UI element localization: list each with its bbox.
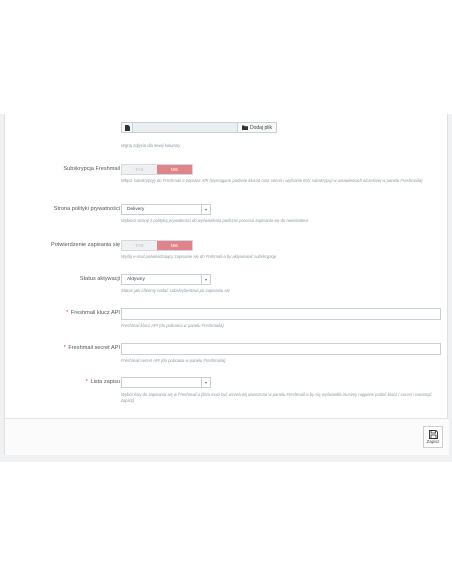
list-select[interactable]: ▾: [121, 377, 211, 388]
chevron-down-icon: ▾: [201, 205, 210, 214]
privacy-page-select[interactable]: Delivery ▾: [121, 204, 211, 215]
api-secret-input[interactable]: [121, 343, 441, 355]
save-button[interactable]: Zapisz: [423, 426, 443, 448]
api-key-help: Freshmail klucz API (do pobrania w panel…: [121, 323, 224, 328]
list-label-text: Lista zapisu: [90, 379, 120, 385]
api-secret-label-text: Freshmail secret API: [68, 345, 120, 351]
required-mark: *: [66, 310, 69, 316]
api-secret-label: * Freshmail secret API: [64, 343, 120, 353]
confirmation-yes-option[interactable]: TAK: [122, 241, 157, 250]
activation-status-select[interactable]: Aktywny ▾: [121, 274, 211, 285]
add-file-label: Dodaj plik: [250, 124, 272, 131]
activation-status-value: Aktywny: [127, 277, 145, 282]
add-file-button[interactable]: Dodaj plik: [237, 122, 277, 133]
subscription-yes-option[interactable]: TAK: [122, 165, 157, 174]
required-mark: *: [85, 379, 88, 385]
save-icon: [428, 430, 438, 439]
folder-icon: [242, 125, 248, 130]
list-label: * Lista zapisu: [86, 377, 120, 387]
api-key-input[interactable]: [121, 308, 441, 320]
required-mark: *: [63, 345, 66, 351]
file-name-field[interactable]: [133, 122, 237, 133]
save-label: Zapisz: [426, 439, 440, 444]
image-icon[interactable]: [121, 122, 133, 133]
list-help: Wybór listy do zapisania się w Freshmail…: [121, 392, 432, 403]
settings-form: Dodaj plik Wgraj zdjęcie dla lewej kolum…: [4, 114, 449, 455]
list-row: * Lista zapisu ▾ Wybór listy do zapisani…: [5, 377, 449, 403]
form-footer: Zapisz: [5, 418, 449, 455]
privacy-page-label: Strona polityki prywatności: [53, 206, 120, 212]
image-upload-help: Wgraj zdjęcie dla lewej kolumny: [121, 143, 181, 148]
api-key-label: * Freshmail klucz API: [66, 308, 120, 318]
confirmation-help: Wyślij e-mail potwierdzający zapisanie s…: [121, 254, 277, 259]
file-upload-group: Dodaj plik: [121, 122, 277, 133]
chevron-down-icon: ▾: [201, 378, 210, 387]
privacy-page-value: Delivery: [127, 207, 145, 212]
subscription-no-option[interactable]: NIE: [157, 165, 192, 174]
api-secret-help: Freshmail secret API (do pobrania w pane…: [121, 358, 226, 363]
confirmation-no-option[interactable]: NIE: [157, 241, 192, 250]
confirmation-label: Potwierdzenie zapisania się: [50, 242, 120, 248]
activation-status-help: Status jaki chcemy nadać subskrybentowi …: [121, 288, 230, 293]
subscription-help: Włącz subskrypcję do Freshmail a poprzez…: [121, 178, 423, 183]
privacy-page-help: Wybierz stronę z polityką prywatności do…: [121, 218, 308, 223]
settings-panel: Dodaj plik Wgraj zdjęcie dla lewej kolum…: [0, 114, 452, 462]
activation-status-label: Status aktywacji: [79, 276, 120, 282]
confirmation-switch[interactable]: TAK NIE: [121, 240, 193, 251]
subscription-label: Subskrypcja Freshmail: [63, 166, 120, 172]
subscription-switch[interactable]: TAK NIE: [121, 164, 193, 175]
activation-status-row: Status aktywacji Aktywny ▾ Status jaki c…: [5, 274, 449, 293]
api-key-label-text: Freshmail klucz API: [70, 310, 120, 316]
privacy-page-row: Strona polityki prywatności Delivery ▾ W…: [5, 204, 449, 223]
chevron-down-icon: ▾: [201, 275, 210, 284]
